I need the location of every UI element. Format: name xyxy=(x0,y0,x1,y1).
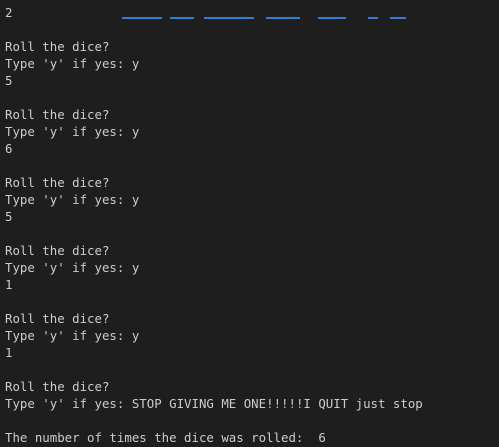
result-line: 5 xyxy=(5,73,13,88)
input-line: Type 'y' if yes: y xyxy=(5,55,499,72)
result-line: 1 xyxy=(5,277,13,292)
result-line: 6 xyxy=(5,141,13,156)
input-value: y xyxy=(131,56,140,71)
result-line: 5 xyxy=(5,209,13,224)
prompt-line: Roll the dice? xyxy=(5,379,110,394)
input-line: Type 'y' if yes: y xyxy=(5,123,499,140)
input-line: Type 'y' if yes: y xyxy=(5,327,499,344)
final-round: Roll the dice? Type 'y' if yes: STOP GIV… xyxy=(5,378,499,429)
input-value: y xyxy=(131,124,140,139)
input-line: Type 'y' if yes: STOP GIVING ME ONE!!!!!… xyxy=(5,395,499,412)
roll-round: Roll the dice? Type 'y' if yes: y 1 xyxy=(5,242,499,310)
prompt-line: Roll the dice? xyxy=(5,243,110,258)
input-label: Type 'y' if yes: xyxy=(5,396,132,411)
terminal-lines: 2 Roll the dice? Type 'y' if yes: y 5 Ro… xyxy=(5,4,499,446)
input-label: Type 'y' if yes: xyxy=(5,328,132,343)
roll-round: Roll the dice? Type 'y' if yes: y 5 xyxy=(5,174,499,242)
input-value: y xyxy=(131,192,140,207)
input-value: y xyxy=(131,328,140,343)
roll-round: Roll the dice? Type 'y' if yes: y 5 xyxy=(5,38,499,106)
summary-line: The number of times the dice was rolled:… xyxy=(5,429,499,446)
prompt-line: Roll the dice? xyxy=(5,175,110,190)
output-line: 2 xyxy=(5,5,13,20)
prompt-line: Roll the dice? xyxy=(5,39,110,54)
roll-round: Roll the dice? Type 'y' if yes: y 1 xyxy=(5,310,499,378)
result-line: 1 xyxy=(5,345,13,360)
input-label: Type 'y' if yes: xyxy=(5,56,132,71)
input-value: STOP GIVING ME ONE!!!!!I QUIT just stop xyxy=(131,396,423,411)
prompt-line: Roll the dice? xyxy=(5,311,110,326)
roll-round: Roll the dice? Type 'y' if yes: y 6 xyxy=(5,106,499,174)
summary-value: 6 xyxy=(318,430,326,445)
input-label: Type 'y' if yes: xyxy=(5,124,132,139)
prompt-line: Roll the dice? xyxy=(5,107,110,122)
input-line: Type 'y' if yes: y xyxy=(5,191,499,208)
input-line: Type 'y' if yes: y xyxy=(5,259,499,276)
input-label: Type 'y' if yes: xyxy=(5,192,132,207)
summary-label: The number of times the dice was rolled: xyxy=(5,430,319,445)
input-value: y xyxy=(131,260,140,275)
terminal-output[interactable]: 2 Roll the dice? Type 'y' if yes: y 5 Ro… xyxy=(0,0,499,447)
input-label: Type 'y' if yes: xyxy=(5,260,132,275)
